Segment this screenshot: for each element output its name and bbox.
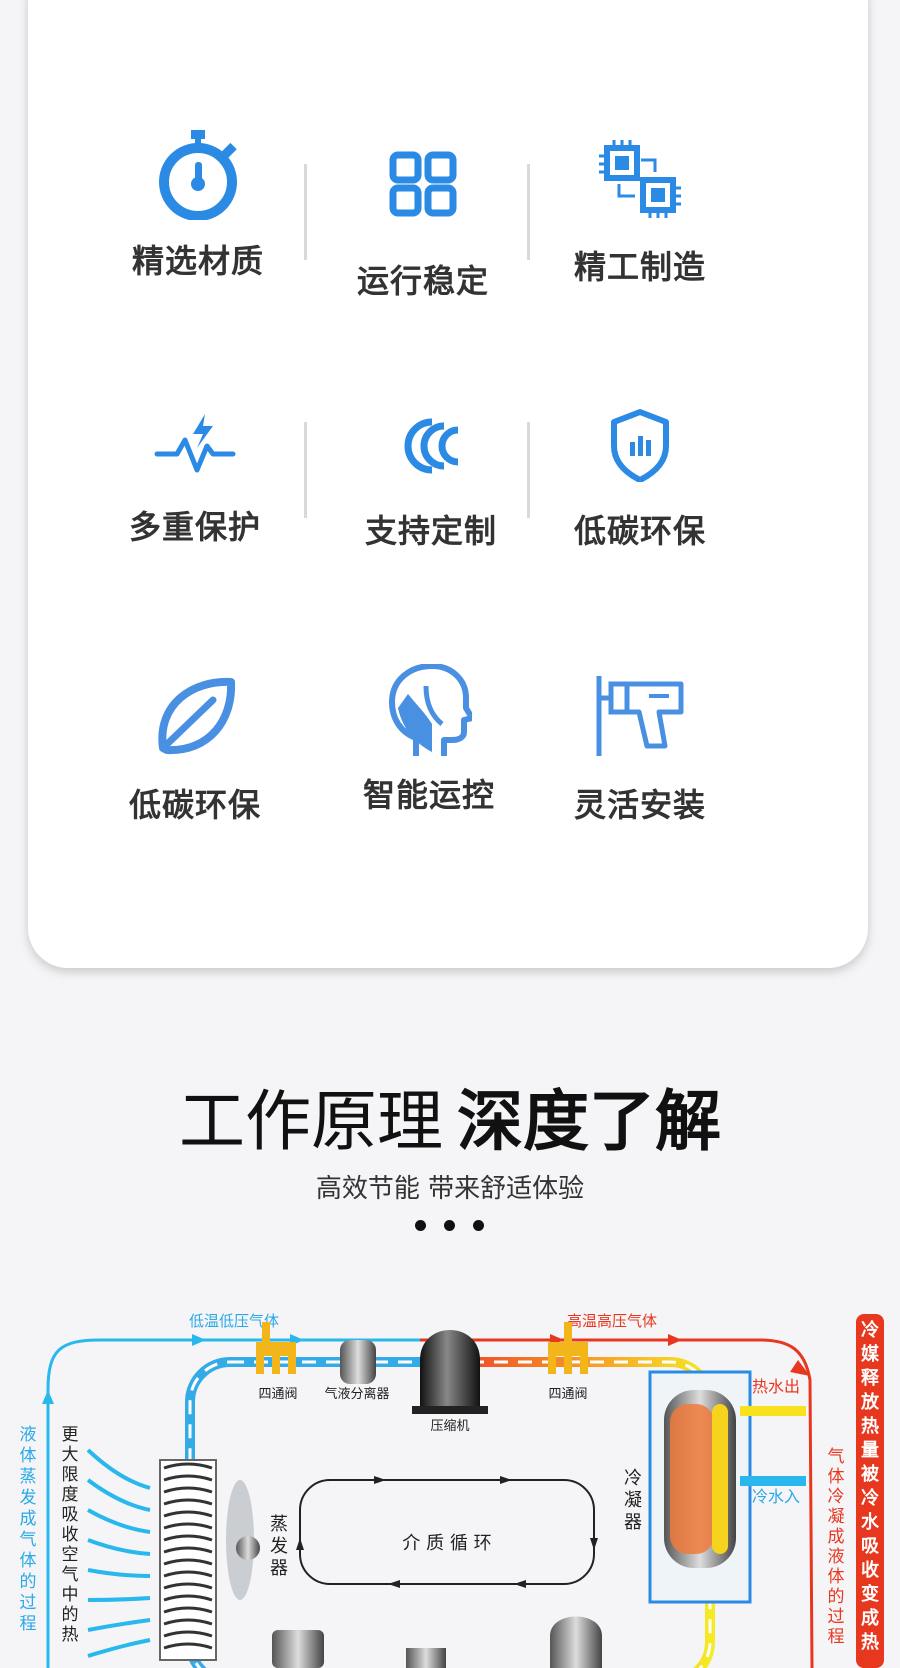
heat-pump-diagram: 低温低压气体 高温高压气体 四通阀 气液分离器 压缩机 四通阀 蒸发器 介 质 … [20, 1312, 884, 1668]
gas-liquid-separator [340, 1340, 376, 1384]
section-title-bold: 深度了解 [457, 1083, 721, 1160]
feature-label: 支持定制 [364, 512, 497, 550]
right-process-text: 气体冷凝成液体的过程 [828, 1447, 845, 1647]
feature-label: 低碳环保 [128, 786, 261, 824]
divider [527, 164, 530, 260]
section-subtitle: 高效节能 带来舒适体验 [315, 1174, 585, 1204]
condenser-label: 冷凝器 [624, 1468, 642, 1533]
head-icon [389, 664, 472, 756]
evaporator-text: 蒸发器 [270, 1514, 288, 1579]
leaf-icon [158, 677, 236, 755]
feature-custom: 支持定制 [331, 414, 531, 552]
feature-label: 运行稳定 [356, 262, 489, 300]
evaporator-label: 蒸发器 [270, 1514, 288, 1579]
high-gas-label: 高温高压气体 [567, 1312, 657, 1330]
divider [304, 422, 307, 518]
receiver [550, 1616, 602, 1668]
feature-label: 精选材质 [131, 242, 264, 280]
divider [527, 422, 530, 518]
right-process-label: 气体冷凝成液体的过程 [828, 1447, 845, 1647]
feature-label: 多重保护 [128, 508, 261, 546]
compressor [412, 1330, 488, 1414]
hot-water-out-label: 热水出 [752, 1377, 800, 1396]
drill-icon [596, 676, 684, 756]
section-title: 工作原理 深度了解 [0, 1068, 900, 1164]
grid-icon [389, 151, 457, 217]
pulse-icon [154, 414, 236, 473]
divider [304, 164, 307, 260]
feature-label: 智能运控 [362, 776, 495, 814]
feature-protection: 多重保护 [95, 412, 295, 548]
feature-material: 精选材质 [98, 128, 298, 282]
bottom-tank [272, 1630, 324, 1668]
stopwatch-icon [159, 130, 237, 220]
cold-water-in-label: 冷水入 [752, 1487, 800, 1506]
evaporator-coil [159, 1459, 260, 1661]
cycle-label: 介 质 循 环 [402, 1533, 491, 1554]
feature-label: 低碳环保 [573, 512, 706, 550]
shield-icon [611, 409, 669, 482]
valve-left-label: 四通阀 [258, 1387, 297, 1402]
feature-install: 灵活安装 [540, 674, 740, 826]
left-absorb-label: 更大限度吸收空气中的热 [62, 1425, 79, 1645]
section-title-light: 工作原理 [179, 1083, 443, 1160]
separator-label: 气液分离器 [324, 1386, 389, 1402]
ccc-icon [404, 418, 459, 474]
left-absorb-text: 更大限度吸收空气中的热 [62, 1425, 79, 1645]
pagination-dots [415, 1220, 485, 1232]
chip-icon [599, 140, 681, 218]
feature-craft: 精工制造 [540, 140, 740, 288]
left-process-label: 液体蒸发成气体的过程 [20, 1425, 37, 1634]
feature-eco: 低碳环保 [540, 408, 740, 552]
feature-stable: 运行稳定 [323, 150, 523, 302]
condenser-text: 冷凝器 [624, 1468, 642, 1533]
feature-label: 精工制造 [573, 248, 706, 286]
left-process-text: 液体蒸发成气体的过程 [20, 1425, 37, 1634]
feature-label: 灵活安装 [573, 786, 706, 824]
compressor-label: 压缩机 [430, 1418, 469, 1434]
feature-smart: 智能运控 [329, 664, 529, 816]
feature-eco-2: 低碳环保 [95, 674, 295, 826]
air-inflow-arrows [86, 1448, 151, 1658]
expansion-valve [406, 1648, 446, 1668]
valve-right-label: 四通阀 [548, 1387, 587, 1402]
